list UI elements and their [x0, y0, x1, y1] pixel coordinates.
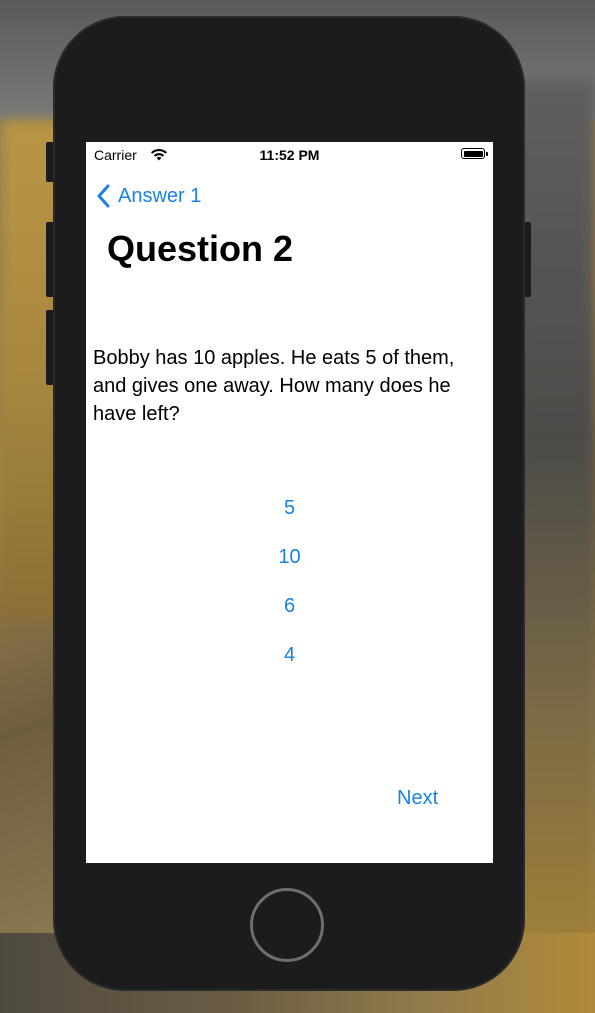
app-screen: Carrier 11:52 PM Answer 1 Question 2 Bob… — [86, 142, 493, 863]
answer-button-3[interactable]: 6 — [86, 590, 493, 639]
status-bar: Carrier 11:52 PM — [86, 142, 493, 168]
page-title: Question 2 — [107, 228, 294, 269]
chevron-left-icon — [96, 184, 110, 208]
next-button[interactable]: Next — [397, 787, 438, 810]
status-time: 11:52 PM — [259, 147, 320, 163]
home-button[interactable] — [250, 888, 324, 962]
power-button[interactable] — [524, 222, 531, 297]
answer-button-2[interactable]: 10 — [86, 541, 493, 590]
answer-list: 5 10 6 4 — [86, 492, 493, 688]
answer-button-4[interactable]: 4 — [86, 639, 493, 688]
background-right — [515, 80, 595, 980]
back-button[interactable]: Answer 1 — [96, 182, 201, 210]
battery-icon — [461, 148, 488, 159]
question-text: Bobby has 10 apples. He eats 5 of them, … — [93, 347, 455, 425]
answer-button-1[interactable]: 5 — [86, 492, 493, 541]
back-button-label: Answer 1 — [118, 184, 202, 207]
